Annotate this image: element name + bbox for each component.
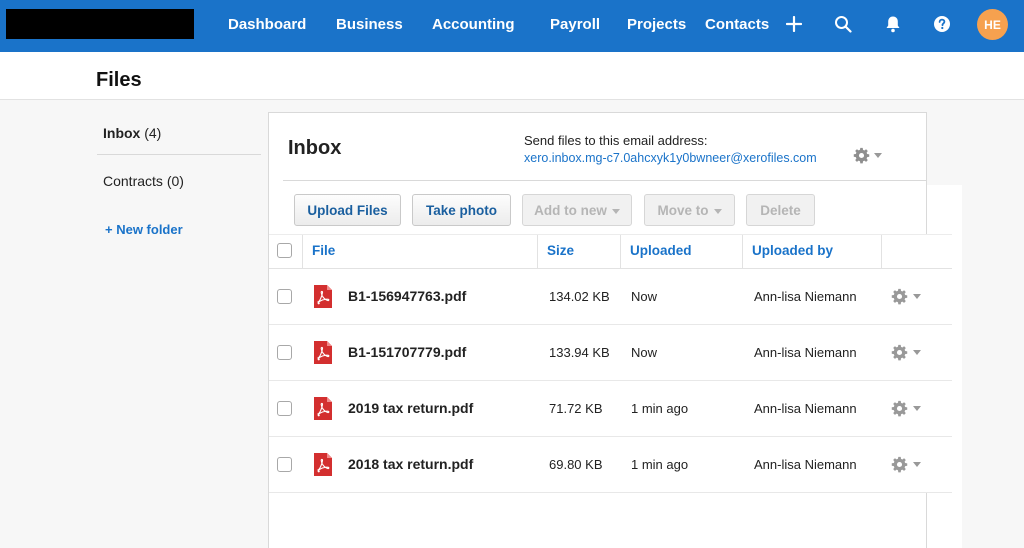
row-checkbox[interactable] <box>277 401 292 416</box>
sidebar-item-count: (4) <box>144 125 162 141</box>
page-title: Files <box>96 69 142 91</box>
column-divider <box>620 235 621 269</box>
sidebar-divider <box>97 154 261 155</box>
row-checkbox[interactable] <box>277 289 292 304</box>
column-divider <box>881 235 882 269</box>
row-checkbox[interactable] <box>277 345 292 360</box>
column-divider <box>302 235 303 269</box>
sidebar-item-inbox[interactable]: Inbox (4) <box>103 125 161 141</box>
organisation-name-redacted[interactable] <box>6 9 194 39</box>
file-name-link[interactable]: 2018 tax return.pdf <box>348 456 473 472</box>
file-name-link[interactable]: B1-151707779.pdf <box>348 344 466 360</box>
chevron-down-icon <box>874 152 882 158</box>
send-email-label: Send files to this email address: <box>524 133 708 148</box>
table-row[interactable]: B1-151707779.pdf 133.94 KB Now Ann-lisa … <box>269 325 952 381</box>
page-header: Files <box>0 52 1024 100</box>
pdf-file-icon <box>314 453 332 476</box>
panel-header-divider <box>283 180 926 181</box>
sidebar-item-label: Inbox <box>103 125 141 141</box>
add-to-new-label: Add to new <box>534 202 607 218</box>
gear-icon <box>891 344 908 361</box>
file-size: 134.02 KB <box>549 289 610 304</box>
pdf-file-icon <box>314 341 332 364</box>
row-settings-menu[interactable] <box>891 400 921 417</box>
gear-icon <box>891 456 908 473</box>
search-icon[interactable] <box>833 14 853 34</box>
uploaded-by: Ann-lisa Niemann <box>754 289 857 304</box>
move-to-button[interactable]: Move to <box>644 194 735 226</box>
uploaded-time: Now <box>631 289 658 304</box>
nav-dashboard[interactable]: Dashboard <box>228 16 306 33</box>
help-icon[interactable] <box>932 14 952 34</box>
column-uploaded-by[interactable]: Uploaded by <box>752 243 833 258</box>
row-checkbox[interactable] <box>277 457 292 472</box>
sidebar-item-contracts[interactable]: Contracts (0) <box>103 173 184 189</box>
table-row[interactable]: 2019 tax return.pdf 71.72 KB 1 min ago A… <box>269 381 952 437</box>
uploaded-by: Ann-lisa Niemann <box>754 457 857 472</box>
uploaded-by: Ann-lisa Niemann <box>754 345 857 360</box>
uploaded-time: Now <box>631 345 658 360</box>
file-name-link[interactable]: 2019 tax return.pdf <box>348 400 473 416</box>
uploaded-time: 1 min ago <box>631 457 689 472</box>
file-size: 69.80 KB <box>549 457 603 472</box>
column-uploaded[interactable]: Uploaded <box>630 243 692 258</box>
chevron-down-icon <box>913 294 921 299</box>
gear-icon <box>891 400 908 417</box>
delete-button[interactable]: Delete <box>746 194 815 226</box>
chevron-down-icon <box>913 350 921 355</box>
inbox-title: Inbox <box>288 137 342 159</box>
nav-accounting[interactable]: Accounting <box>432 16 515 33</box>
gear-icon <box>891 288 908 305</box>
nav-payroll[interactable]: Payroll <box>550 16 600 33</box>
column-size[interactable]: Size <box>547 243 574 258</box>
table-row[interactable]: B1-156947763.pdf 134.02 KB Now Ann-lisa … <box>269 269 952 325</box>
top-nav: Dashboard Business Accounting Payroll Pr… <box>0 0 1024 52</box>
row-settings-menu[interactable] <box>891 344 921 361</box>
file-size: 133.94 KB <box>549 345 610 360</box>
sidebar-item-label: Contracts <box>103 173 163 189</box>
uploaded-time: 1 min ago <box>631 401 689 416</box>
nav-projects[interactable]: Projects <box>627 16 686 33</box>
table-row[interactable]: 2018 tax return.pdf 69.80 KB 1 min ago A… <box>269 437 952 493</box>
column-file[interactable]: File <box>312 243 335 258</box>
select-all-checkbox[interactable] <box>277 243 292 258</box>
add-to-new-button[interactable]: Add to new <box>522 194 632 226</box>
upload-files-button[interactable]: Upload Files <box>294 194 401 226</box>
plus-icon[interactable] <box>784 14 804 34</box>
chevron-down-icon <box>713 208 722 214</box>
inbox-email-address[interactable]: xero.inbox.mg-c7.0ahcxyk1y0bwneer@xerofi… <box>524 151 817 165</box>
row-settings-menu[interactable] <box>891 456 921 473</box>
take-photo-button[interactable]: Take photo <box>412 194 511 226</box>
gear-icon <box>853 147 870 163</box>
column-divider <box>742 235 743 269</box>
file-size: 71.72 KB <box>549 401 603 416</box>
pdf-file-icon <box>314 397 332 420</box>
sidebar-item-count: (0) <box>166 173 184 189</box>
row-settings-menu[interactable] <box>891 288 921 305</box>
nav-business[interactable]: Business <box>336 16 403 33</box>
new-folder-link[interactable]: + New folder <box>105 222 183 237</box>
uploaded-by: Ann-lisa Niemann <box>754 401 857 416</box>
table-header: File Size Uploaded Uploaded by <box>269 234 952 269</box>
pdf-file-icon <box>314 285 332 308</box>
nav-contacts[interactable]: Contacts <box>705 16 769 33</box>
bell-icon[interactable] <box>883 14 903 34</box>
chevron-down-icon <box>913 406 921 411</box>
move-to-label: Move to <box>657 202 709 218</box>
inbox-settings-menu[interactable] <box>853 146 887 164</box>
file-name-link[interactable]: B1-156947763.pdf <box>348 288 466 304</box>
user-avatar[interactable]: HE <box>977 9 1008 40</box>
chevron-down-icon <box>611 208 620 214</box>
column-divider <box>537 235 538 269</box>
chevron-down-icon <box>913 462 921 467</box>
